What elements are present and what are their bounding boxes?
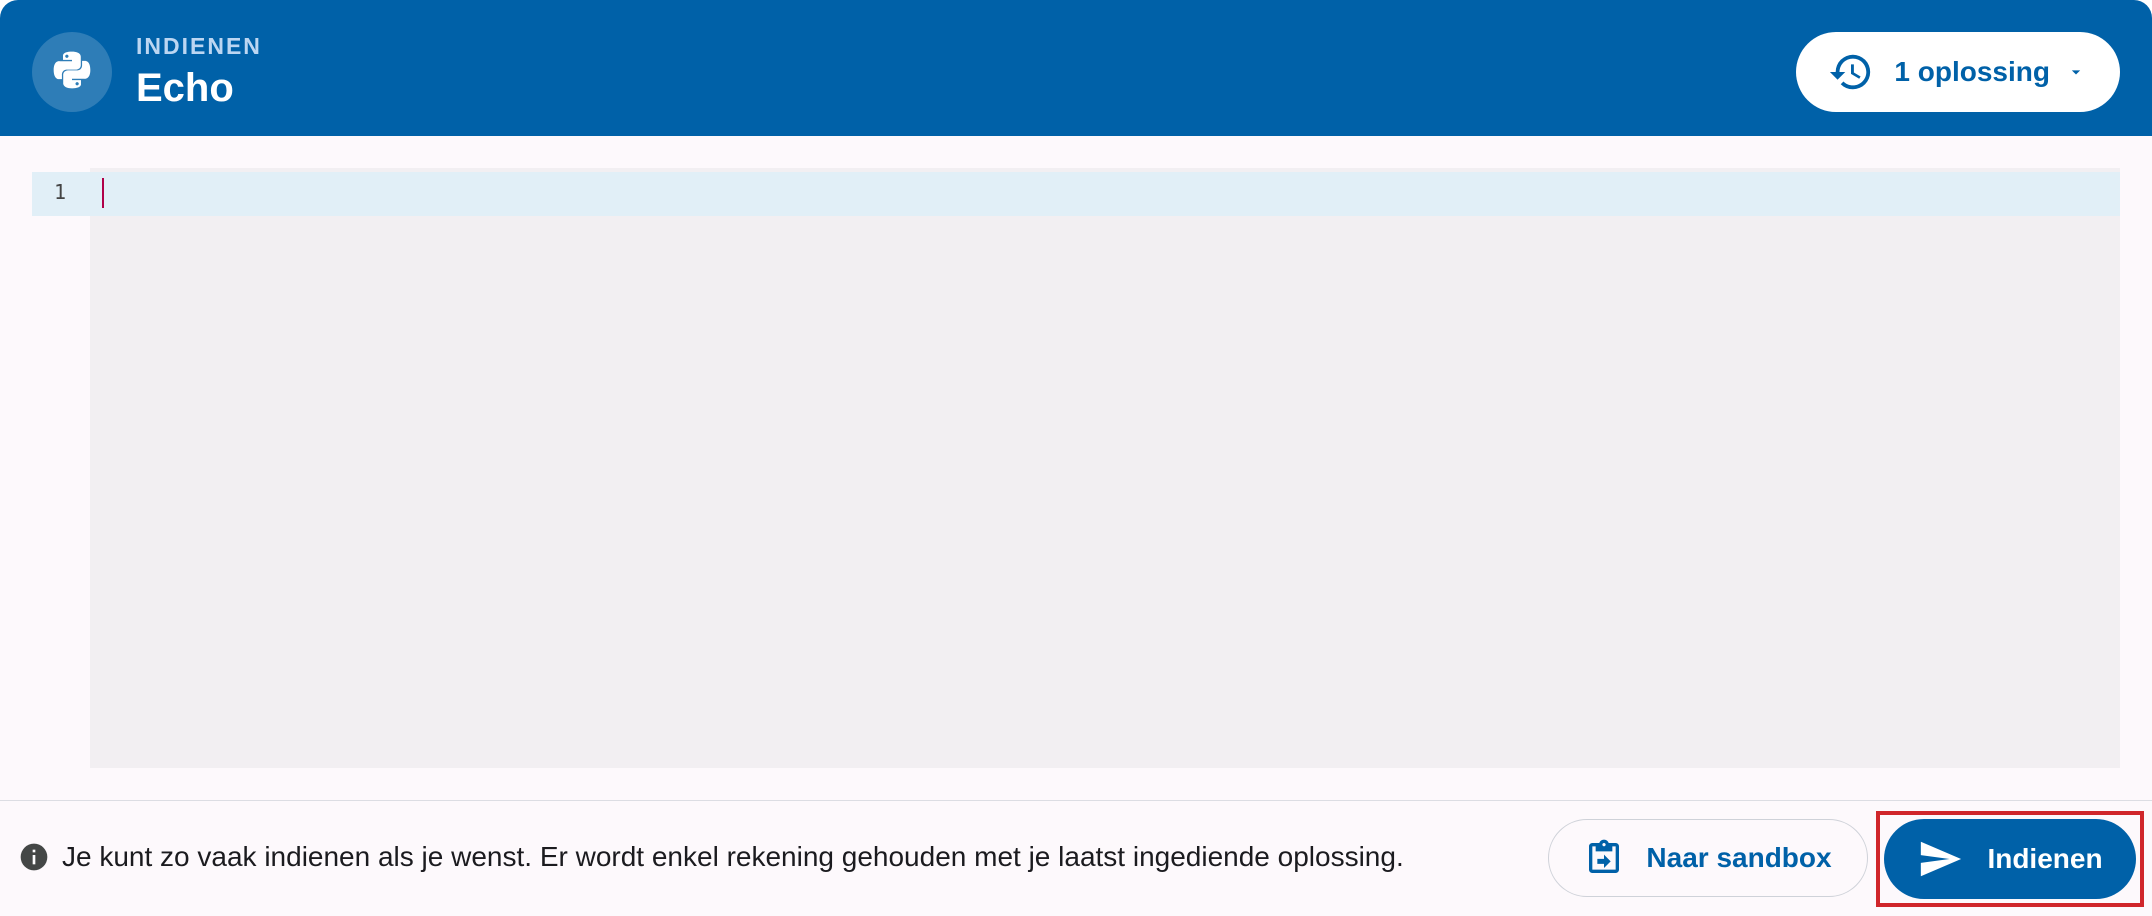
code-editor: 1 [32, 168, 2120, 768]
text-cursor [102, 178, 104, 208]
submission-card: INDIENEN Echo 1 oplossing 1 Je kunt zo v… [0, 0, 2152, 916]
history-button-label: 1 oplossing [1894, 56, 2050, 87]
header-overline: INDIENEN [136, 33, 262, 59]
footer-info: Je kunt zo vaak indienen als je wenst. E… [18, 841, 1404, 873]
exercise-title: Echo [136, 66, 234, 110]
card-footer: Je kunt zo vaak indienen als je wenst. E… [0, 800, 2152, 916]
active-line-highlight [90, 172, 2120, 216]
language-avatar [32, 32, 112, 112]
submission-history-button[interactable]: 1 oplossing [1796, 32, 2120, 112]
editor-gutter: 1 [32, 168, 90, 768]
caret-down-icon [2066, 62, 2086, 82]
clipboard-arrow-icon [1584, 838, 1624, 878]
code-input-area[interactable] [90, 168, 2120, 768]
to-sandbox-button[interactable]: Naar sandbox [1548, 819, 1868, 897]
submit-button-label: Indienen [1987, 843, 2103, 874]
history-icon [1828, 49, 1874, 95]
info-icon [18, 841, 50, 873]
sandbox-button-label: Naar sandbox [1646, 842, 1832, 873]
python-icon [50, 48, 94, 97]
header-texts: INDIENEN Echo [136, 32, 262, 112]
footer-info-text: Je kunt zo vaak indienen als je wenst. E… [62, 841, 1404, 872]
line-number: 1 [53, 180, 66, 204]
send-icon [1917, 836, 1963, 882]
submit-button[interactable]: Indienen [1884, 819, 2136, 899]
card-header: INDIENEN Echo 1 oplossing [0, 0, 2152, 136]
